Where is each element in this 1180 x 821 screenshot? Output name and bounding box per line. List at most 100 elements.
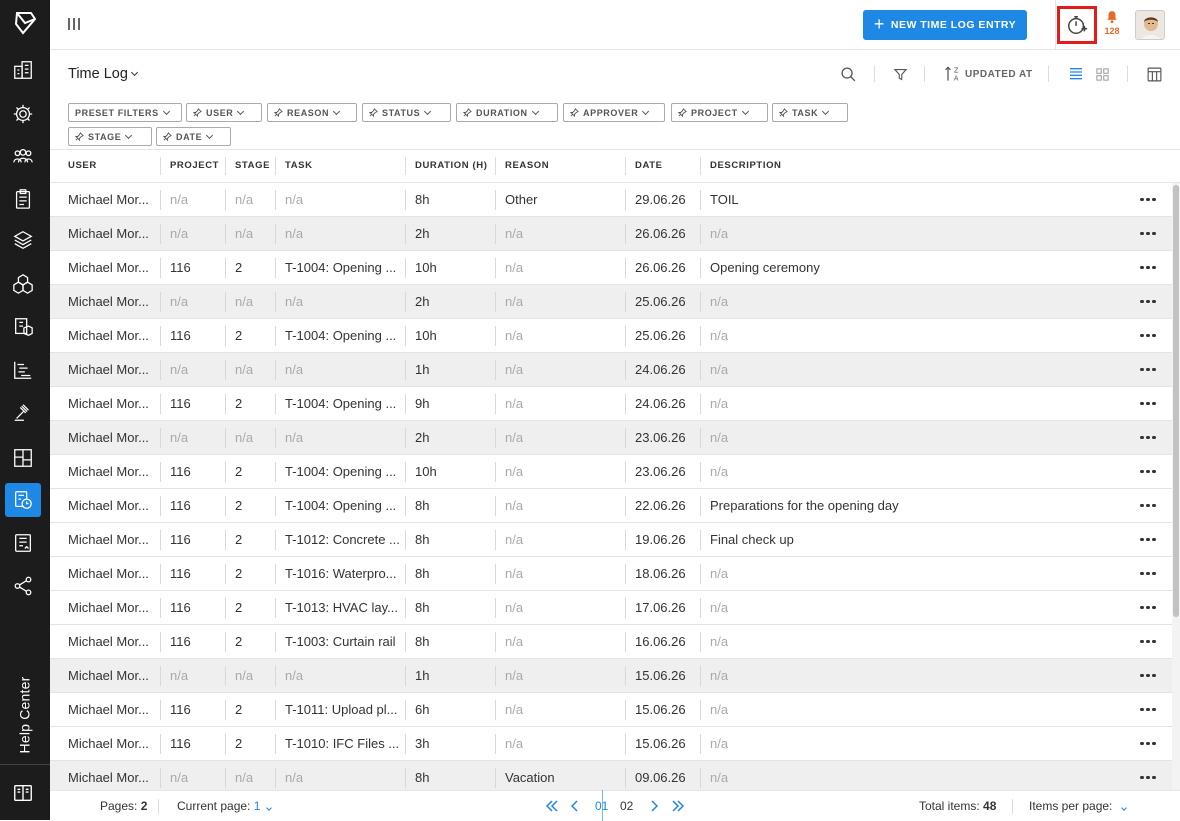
- list-view-icon[interactable]: [1066, 64, 1086, 84]
- filter-chip-date[interactable]: DATE: [156, 127, 231, 146]
- table-row[interactable]: Michael Mor... 116 2 T-1004: Opening ... 8h n…: [50, 489, 1172, 523]
- sidebar-item-contract[interactable]: [5, 526, 41, 560]
- cell-project: 116: [170, 396, 191, 411]
- filter-icon[interactable]: [890, 64, 910, 84]
- sidebar-item-time-log[interactable]: [5, 483, 41, 517]
- sidebar-item-clipboard[interactable]: [5, 182, 41, 216]
- pin-icon: [163, 132, 172, 141]
- filter-chip-reason[interactable]: REASON: [267, 103, 357, 122]
- notifications-button[interactable]: 128: [1102, 10, 1122, 40]
- filter-chip-approver[interactable]: APPROVER: [563, 103, 665, 122]
- filter-chip-duration[interactable]: DURATION: [456, 103, 558, 122]
- row-more-icon[interactable]: [1138, 523, 1158, 556]
- table-row[interactable]: Michael Mor... 116 2 T-1016: Waterpro... 8h n…: [50, 557, 1172, 591]
- user-avatar[interactable]: [1135, 10, 1165, 40]
- new-time-log-entry-button[interactable]: + NEW TIME LOG ENTRY: [863, 10, 1027, 40]
- table-row[interactable]: Michael Mor... 116 2 T-1011: Upload pl... 6h…: [50, 693, 1172, 727]
- table-row[interactable]: Michael Mor... n/a n/a n/a 8h Vacation 09.06.2…: [50, 761, 1172, 790]
- items-per-page-selector[interactable]: Items per page:: [1029, 799, 1127, 813]
- table-row[interactable]: Michael Mor... 116 2 T-1003: Curtain rail 8h…: [50, 625, 1172, 659]
- sidebar-item-share[interactable]: [5, 569, 41, 603]
- help-center-link[interactable]: Help Center: [4, 670, 44, 760]
- column-header-description[interactable]: DESCRIPTION: [710, 150, 782, 182]
- table-row[interactable]: Michael Mor... 116 2 T-1004: Opening ... 10h…: [50, 251, 1172, 285]
- row-more-icon[interactable]: [1138, 727, 1158, 760]
- filter-chip-status[interactable]: STATUS: [362, 103, 451, 122]
- filter-chip-user[interactable]: USER: [186, 103, 262, 122]
- vertical-scrollbar[interactable]: [1172, 183, 1180, 790]
- add-timer-button[interactable]: [1057, 6, 1097, 44]
- row-more-icon[interactable]: [1138, 183, 1158, 216]
- next-page-icon[interactable]: [647, 797, 661, 815]
- sidebar-item-cubes[interactable]: [5, 267, 41, 301]
- row-more-icon[interactable]: [1138, 761, 1158, 790]
- previous-page-icon[interactable]: [568, 797, 582, 815]
- row-more-icon[interactable]: [1138, 625, 1158, 658]
- filter-chip-project[interactable]: PROJECT: [671, 103, 768, 122]
- first-page-icon[interactable]: [544, 797, 560, 815]
- column-header-reason[interactable]: REASON: [505, 150, 549, 182]
- sidebar-item-layers[interactable]: [5, 223, 41, 257]
- row-more-icon[interactable]: [1138, 217, 1158, 250]
- row-more-icon[interactable]: [1138, 353, 1158, 386]
- search-icon[interactable]: [838, 64, 858, 84]
- row-more-icon[interactable]: [1138, 387, 1158, 420]
- page-number-02[interactable]: 02: [620, 799, 633, 813]
- row-more-icon[interactable]: [1138, 421, 1158, 454]
- sort-az-icon[interactable]: ZA: [943, 64, 963, 84]
- row-more-icon[interactable]: [1138, 319, 1158, 352]
- columns-icon[interactable]: [1144, 64, 1164, 84]
- row-more-icon[interactable]: [1138, 557, 1158, 590]
- grid-view-icon[interactable]: [1092, 64, 1112, 84]
- filter-chip-task[interactable]: TASK: [772, 103, 848, 122]
- table-row[interactable]: Michael Mor... 116 2 T-1013: HVAC lay... 8h n…: [50, 591, 1172, 625]
- cell-date: 29.06.26: [635, 192, 686, 207]
- table-row[interactable]: Michael Mor... n/a n/a n/a 1h n/a 24.06.26 n/a: [50, 353, 1172, 387]
- column-header-date[interactable]: DATE: [635, 150, 663, 182]
- page-number-01[interactable]: 01: [595, 790, 608, 821]
- sidebar-item-gavel[interactable]: [5, 395, 41, 429]
- table-row[interactable]: Michael Mor... n/a n/a n/a 2h n/a 26.06.26 n/a: [50, 217, 1172, 251]
- row-more-icon[interactable]: [1138, 489, 1158, 522]
- sidebar-item-settings-gear[interactable]: [5, 97, 41, 131]
- help-book-icon[interactable]: [5, 776, 41, 810]
- table-row[interactable]: Michael Mor... n/a n/a n/a 8h Other 29.06.26 TO…: [50, 183, 1172, 217]
- table-row[interactable]: Michael Mor... 116 2 T-1004: Opening ... 10h…: [50, 319, 1172, 353]
- pin-icon: [570, 108, 579, 117]
- table-row[interactable]: Michael Mor... 116 2 T-1004: Opening ... 10h…: [50, 455, 1172, 489]
- cell-date: 15.06.26: [635, 668, 686, 683]
- filter-chip-stage[interactable]: STAGE: [68, 127, 152, 146]
- row-more-icon[interactable]: [1138, 251, 1158, 284]
- sidebar-item-buildings[interactable]: [5, 53, 41, 87]
- table-row[interactable]: Michael Mor... n/a n/a n/a 1h n/a 15.06.26 n/a: [50, 659, 1172, 693]
- sidebar-item-team[interactable]: [5, 139, 41, 173]
- menu-toggle-icon[interactable]: [68, 18, 82, 30]
- sidebar-item-layout[interactable]: [5, 441, 41, 475]
- app-logo-icon[interactable]: [13, 10, 37, 36]
- row-more-icon[interactable]: [1138, 659, 1158, 692]
- row-more-icon[interactable]: [1138, 693, 1158, 726]
- table-row[interactable]: Michael Mor... 116 2 T-1004: Opening ... 9h n…: [50, 387, 1172, 421]
- table-row[interactable]: Michael Mor... 116 2 T-1012: Concrete ... 8h…: [50, 523, 1172, 557]
- column-header-duration[interactable]: DURATION (H): [415, 150, 487, 182]
- column-header-task[interactable]: TASK: [285, 150, 313, 182]
- last-page-icon[interactable]: [670, 797, 686, 815]
- view-selector[interactable]: Time Log: [68, 66, 138, 82]
- cell-reason: n/a: [505, 464, 524, 479]
- column-header-project[interactable]: PROJECT: [170, 150, 219, 182]
- table-row[interactable]: Michael Mor... n/a n/a n/a 2h n/a 23.06.26 n/a: [50, 421, 1172, 455]
- row-more-icon[interactable]: [1138, 455, 1158, 488]
- buildings-icon: [14, 61, 32, 79]
- scrollbar-thumb[interactable]: [1173, 185, 1179, 617]
- column-header-stage[interactable]: STAGE: [235, 150, 270, 182]
- row-more-icon[interactable]: [1138, 285, 1158, 318]
- column-header-user[interactable]: USER: [68, 150, 97, 182]
- sidebar-item-documents-box[interactable]: [5, 310, 41, 344]
- table-row[interactable]: Michael Mor... n/a n/a n/a 2h n/a 25.06.26 n/a: [50, 285, 1172, 319]
- table-row[interactable]: Michael Mor... 116 2 T-1010: IFC Files ... 3…: [50, 727, 1172, 761]
- filter-chip-preset-filters[interactable]: PRESET FILTERS: [68, 103, 182, 122]
- sidebar-item-gantt[interactable]: [5, 353, 41, 387]
- current-page-selector[interactable]: Current page: 1: [177, 799, 272, 813]
- row-more-icon[interactable]: [1138, 591, 1158, 624]
- sort-field-label[interactable]: UPDATED AT: [965, 69, 1033, 80]
